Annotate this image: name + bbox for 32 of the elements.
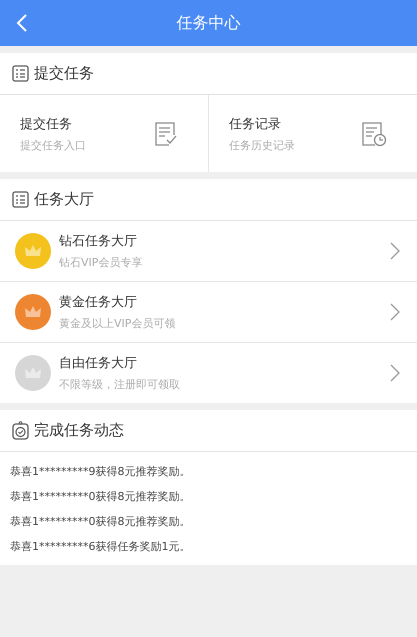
hall-subtitle: 不限等级，注册即可领取	[59, 377, 181, 392]
feed-line: 恭喜1*********9获得8元推荐奖励。	[10, 464, 192, 480]
list-icon	[12, 191, 29, 208]
card-subtitle: 提交任务入口	[20, 138, 86, 152]
document-check-icon	[154, 120, 178, 146]
hall-title: 自由任务大厅	[59, 355, 138, 372]
section-title: 任务大厅	[34, 190, 94, 209]
feed-line: 恭喜1*********0获得8元推荐奖励。	[10, 514, 192, 530]
page-title: 任务中心	[176, 12, 240, 34]
back-icon[interactable]	[16, 13, 28, 33]
section-title: 提交任务	[34, 64, 94, 83]
task-card[interactable]: 提交任务 提交任务入口	[0, 95, 208, 172]
hall-title: 钻石任务大厅	[59, 233, 138, 250]
card-subtitle: 任务历史记录	[229, 138, 295, 152]
hall-subtitle: 黄金及以上VIP会员可领	[59, 316, 176, 331]
hall-item[interactable]: 黄金任务大厅 黄金及以上VIP会员可领	[0, 282, 417, 343]
card-title: 提交任务	[20, 116, 73, 132]
stopwatch-icon	[12, 421, 29, 440]
feed-line: 恭喜1*********6获得任务奖励1元。	[10, 539, 192, 555]
list-icon	[12, 65, 29, 82]
hall-title: 黄金任务大厅	[59, 294, 138, 311]
task-card[interactable]: 任务记录 任务历史记录	[208, 95, 417, 172]
document-clock-icon	[361, 120, 387, 146]
chevron-right-icon	[390, 303, 400, 321]
hall-item[interactable]: 自由任务大厅 不限等级，注册即可领取	[0, 343, 417, 403]
chevron-right-icon	[390, 242, 400, 260]
chevron-right-icon	[390, 364, 400, 382]
hall-subtitle: 钻石VIP会员专享	[59, 255, 144, 270]
hall-item[interactable]: 钻石任务大厅 钻石VIP会员专享	[0, 221, 417, 282]
card-title: 任务记录	[229, 116, 282, 132]
feed-line: 恭喜1*********0获得8元推荐奖励。	[10, 489, 192, 505]
section-title: 完成任务动态	[34, 421, 124, 440]
